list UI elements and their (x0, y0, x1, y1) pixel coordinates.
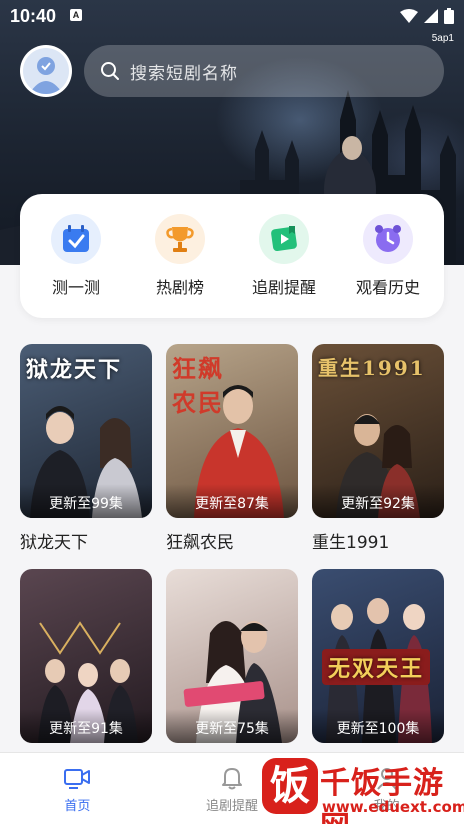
drama-poster: 重生1991 更新至92集 (312, 344, 444, 518)
drama-poster: 更新至91集 (20, 569, 152, 743)
default-user-icon (29, 57, 63, 94)
poster-title-art: 狱龙天下 (26, 357, 123, 383)
watermark-url: www.eduext.com (322, 798, 464, 816)
episode-badge: 更新至91集 (20, 709, 152, 743)
drama-grid: 狱龙天下 更新至99集 狱龙天下 狂飙农民 更新至87集 狂飙农民 重生1991… (20, 344, 444, 794)
poster-title-art: 重生1991 (318, 356, 426, 380)
episode-badge: 更新至87集 (166, 484, 298, 518)
alarm-clock-icon (363, 214, 413, 264)
quick-item-label: 热剧榜 (155, 278, 204, 297)
avatar-image (23, 48, 69, 94)
wifi-icon (400, 9, 418, 23)
episode-badge: 更新至99集 (20, 484, 152, 518)
quick-item-label: 观看历史 (355, 278, 420, 297)
drama-title: 狂飙农民 (166, 533, 234, 553)
episode-badge: 更新至92集 (312, 484, 444, 518)
video-bookmark-icon (259, 214, 309, 264)
poster-title-art: 无双天王 (322, 649, 431, 685)
drama-title: 重生1991 (312, 533, 390, 553)
episode-badge: 更新至75集 (166, 709, 298, 743)
search-icon (101, 62, 119, 80)
drama-title: 狱龙天下 (20, 533, 88, 553)
episode-badge: 更新至100集 (312, 709, 444, 743)
drama-poster: 狂飙农民 更新至87集 (166, 344, 298, 518)
drama-card[interactable]: 重生1991 更新至92集 重生1991 (312, 344, 444, 569)
drama-poster: 狱龙天下 更新至99集 (20, 344, 152, 518)
system-icons (400, 8, 454, 24)
site-watermark: 饭 千饭手游网 www.eduext.com (262, 756, 464, 824)
nav-home[interactable]: 首页 (17, 765, 137, 814)
quick-item-hot-ranking[interactable]: 热剧榜 (130, 214, 230, 298)
search-placeholder: 搜索短剧名称 (130, 63, 238, 84)
nav-label: 首页 (64, 799, 91, 814)
drama-poster: 无双天王 更新至100集 (312, 569, 444, 743)
quick-item-test[interactable]: 测一测 (26, 214, 126, 298)
search-bar[interactable]: 搜索短剧名称 (84, 45, 444, 97)
quick-menu: 测一测 热剧榜 追剧提醒 观看历史 (20, 194, 444, 318)
drama-card[interactable]: 狱龙天下 更新至99集 狱龙天下 (20, 344, 152, 569)
quick-item-watch-history[interactable]: 观看历史 (338, 214, 438, 298)
trophy-icon (155, 214, 205, 264)
nav-label: 追剧提醒 (205, 799, 258, 814)
network-label: 5ap1 (431, 33, 454, 44)
status-time: 10:40 (10, 6, 57, 26)
drama-card[interactable]: 狂飙农民 更新至87集 狂飙农民 (166, 344, 298, 569)
notification-icon: A (70, 9, 82, 21)
signal-icon (424, 9, 438, 23)
watermark-logo: 饭 (262, 758, 318, 814)
quick-item-follow-reminder[interactable]: 追剧提醒 (234, 214, 334, 298)
quick-item-label: 追剧提醒 (251, 278, 316, 297)
video-camera-icon (64, 769, 91, 789)
status-bar: 10:40 A 5ap1 (0, 0, 464, 44)
user-avatar[interactable] (20, 45, 72, 97)
drama-poster: 更新至75集 (166, 569, 298, 743)
calendar-check-icon (51, 214, 101, 264)
battery-icon (444, 8, 454, 24)
quick-item-label: 测一测 (51, 278, 100, 297)
bell-icon (221, 768, 242, 790)
